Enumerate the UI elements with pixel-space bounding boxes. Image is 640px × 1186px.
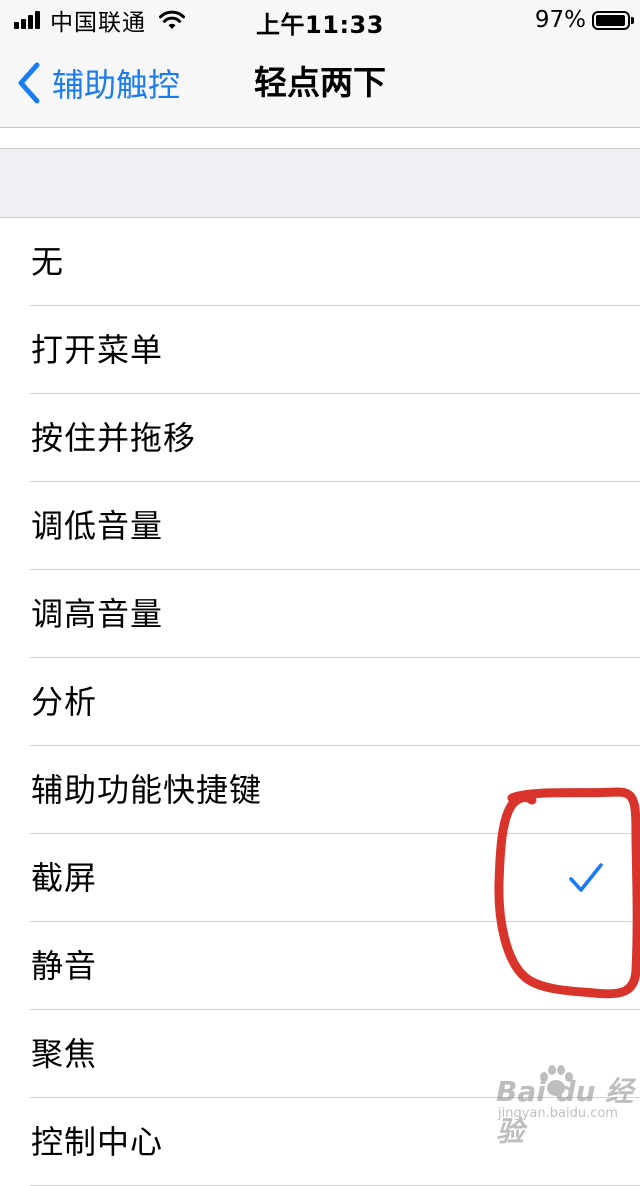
option-label: 截屏 — [31, 859, 98, 897]
option-label: 静音 — [31, 947, 98, 985]
section-header — [0, 148, 640, 218]
option-label: 打开菜单 — [31, 331, 164, 369]
option-label: 调高音量 — [31, 595, 164, 633]
battery-level — [596, 14, 626, 26]
option-label: 聚焦 — [31, 1035, 98, 1073]
navigation-bar: 辅助触控 轻点两下 — [0, 40, 640, 128]
back-button-label: 辅助触控 — [52, 66, 181, 104]
option-row[interactable]: 静音 — [0, 922, 640, 1010]
battery-percent: 97% — [534, 7, 586, 33]
battery-icon — [592, 10, 634, 30]
option-row[interactable]: 调低音量 — [0, 482, 640, 570]
status-right: 97% — [534, 6, 634, 34]
status-bar: 中国联通 上午11:33 97% — [0, 0, 640, 40]
chevron-left-icon — [18, 62, 40, 104]
nav-spacer — [0, 128, 640, 148]
option-row[interactable]: 辅助功能快捷键 — [0, 746, 640, 834]
battery-cap — [631, 16, 634, 24]
option-row[interactable]: 打开菜单 — [0, 306, 640, 394]
option-row[interactable]: 控制中心 — [0, 1098, 640, 1186]
back-button[interactable]: 辅助触控 — [16, 60, 180, 106]
option-row[interactable]: 按住并拖移 — [0, 394, 640, 482]
option-label: 按住并拖移 — [31, 419, 197, 457]
options-list: 无 打开菜单 按住并拖移 调低音量 调高音量 分析 辅助功能快捷键 截屏 静音 … — [0, 218, 640, 1186]
option-row[interactable]: 无 — [0, 218, 640, 306]
option-row[interactable]: 调高音量 — [0, 570, 640, 658]
checkmark-icon — [569, 863, 603, 892]
option-label: 无 — [31, 243, 65, 281]
option-label: 调低音量 — [31, 507, 164, 545]
option-label: 控制中心 — [31, 1123, 164, 1161]
option-row[interactable]: 分析 — [0, 658, 640, 746]
option-label: 分析 — [31, 683, 98, 721]
option-row[interactable]: 聚焦 — [0, 1010, 640, 1098]
option-row-selected[interactable]: 截屏 — [0, 834, 640, 922]
option-label: 辅助功能快捷键 — [31, 771, 263, 809]
page-title: 轻点两下 — [254, 63, 386, 102]
